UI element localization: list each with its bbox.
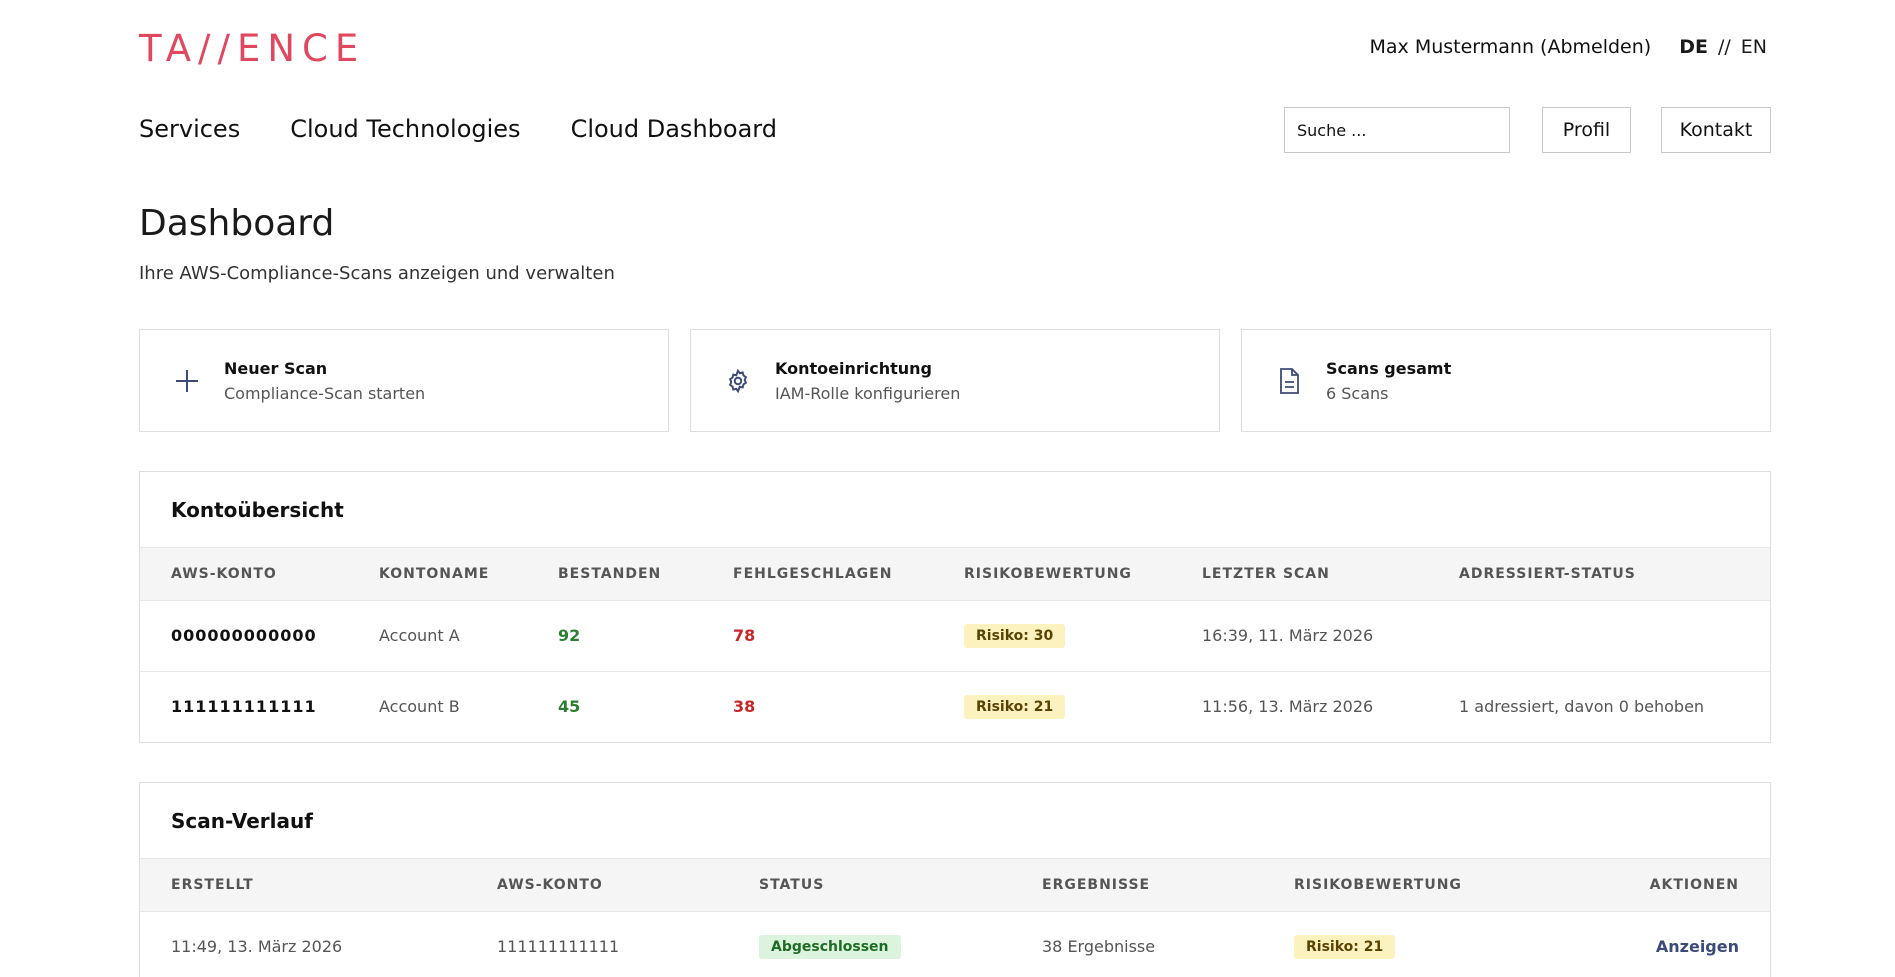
cell-risk: Risiko: 21 — [1263, 910, 1551, 977]
table-row[interactable]: 000000000000 Account A 92 78 Risiko: 30 … — [140, 599, 1770, 671]
card-total-scans[interactable]: Scans gesamt 6 Scans — [1241, 329, 1771, 432]
logo-text: TA//ENCE — [139, 26, 366, 70]
cell-risk: Risiko: 30 — [933, 599, 1171, 671]
panel-title: Scan-Verlauf — [140, 783, 1770, 859]
risk-badge: Risiko: 30 — [964, 623, 1066, 648]
cell-passed: 45 — [527, 670, 702, 742]
nav-services[interactable]: Services — [139, 115, 240, 143]
risk-badge: Risiko: 21 — [964, 694, 1066, 719]
cell-status: Abgeschlossen — [728, 910, 1011, 977]
cell-last-scan: 11:56, 13. März 2026 — [1171, 670, 1428, 742]
logo[interactable]: TA//ENCE — [139, 27, 365, 70]
col-results[interactable]: ERGEBNISSE — [1011, 859, 1263, 911]
risk-badge: Risiko: 21 — [1294, 934, 1396, 959]
cell-actions: Anzeigen — [1550, 910, 1770, 977]
col-actions: AKTIONEN — [1649, 876, 1739, 893]
lang-de[interactable]: DE — [1679, 36, 1708, 58]
cell-failed: 78 — [702, 599, 933, 671]
cell-name: Account A — [348, 599, 527, 671]
col-last-scan[interactable]: LETZTER SCAN — [1171, 548, 1428, 600]
main-nav: Services Cloud Technologies Cloud Dashbo… — [139, 115, 777, 143]
language-switcher: DE // EN — [1679, 36, 1767, 58]
nav-cloud-dashboard[interactable]: Cloud Dashboard — [571, 115, 777, 143]
profil-button[interactable]: Profil — [1542, 107, 1631, 153]
card-title: Neuer Scan — [224, 358, 328, 378]
scan-history-table: ERSTELLT AWS-KONTO STATUS ERGEBNISSE RIS… — [140, 859, 1770, 977]
card-new-scan[interactable]: Neuer Scan Compliance-Scan starten — [139, 329, 669, 432]
table-header-row: AWS-KONTO KONTONAME BESTANDEN FEHLGESCHL… — [140, 548, 1770, 600]
cell-results: 38 Ergebnisse — [1011, 910, 1263, 977]
card-desc: IAM-Rolle konfigurieren — [775, 383, 961, 403]
cell-failed: 38 — [702, 670, 933, 742]
scan-history-panel: Scan-Verlauf ERSTELLT AWS-KONTO STATUS E… — [139, 782, 1771, 977]
document-icon — [1274, 366, 1304, 396]
card-desc: Compliance-Scan starten — [224, 383, 426, 403]
status-badge: Abgeschlossen — [759, 934, 901, 959]
kontakt-button[interactable]: Kontakt — [1661, 107, 1771, 153]
card-desc: 6 Scans — [1326, 383, 1389, 403]
user-logout-link[interactable]: Max Mustermann (Abmelden) — [1370, 36, 1652, 58]
user-menu: Max Mustermann (Abmelden) DE // EN — [1370, 36, 1768, 58]
cell-addressed — [1428, 599, 1770, 671]
cell-account: 000000000000 — [140, 599, 348, 671]
gear-icon — [723, 366, 753, 396]
col-status[interactable]: STATUS — [728, 859, 1011, 911]
col-aws-account[interactable]: AWS-KONTO — [466, 859, 728, 911]
view-scan-link[interactable]: Anzeigen — [1656, 937, 1739, 956]
table-header-row: ERSTELLT AWS-KONTO STATUS ERGEBNISSE RIS… — [140, 859, 1770, 911]
col-addressed-status[interactable]: ADRESSIERT-STATUS — [1428, 548, 1770, 600]
search-input[interactable] — [1284, 107, 1510, 153]
account-overview-panel: Kontoübersicht AWS-KONTO KONTONAME BESTA… — [139, 471, 1771, 743]
cell-name: Account B — [348, 670, 527, 742]
col-risk[interactable]: RISIKOBEWERTUNG — [933, 548, 1171, 600]
col-failed[interactable]: FEHLGESCHLAGEN — [702, 548, 933, 600]
page-title: Dashboard — [139, 203, 335, 244]
table-row[interactable]: 11:49, 13. März 2026 111111111111 Abgesc… — [140, 910, 1770, 977]
cell-account: 111111111111 — [466, 910, 728, 977]
cell-created: 11:49, 13. März 2026 — [140, 910, 466, 977]
panel-title: Kontoübersicht — [140, 472, 1770, 548]
card-account-setup[interactable]: Kontoeinrichtung IAM-Rolle konfigurieren — [690, 329, 1220, 432]
account-overview-table: AWS-KONTO KONTONAME BESTANDEN FEHLGESCHL… — [140, 548, 1770, 742]
col-account-name[interactable]: KONTONAME — [348, 548, 527, 600]
table-row[interactable]: 111111111111 Account B 45 38 Risiko: 21 … — [140, 670, 1770, 742]
card-title: Kontoeinrichtung — [775, 358, 932, 378]
cell-addressed: 1 adressiert, davon 0 behoben — [1428, 670, 1770, 742]
col-risk[interactable]: RISIKOBEWERTUNG — [1263, 859, 1551, 911]
card-title: Scans gesamt — [1326, 358, 1452, 378]
col-aws-account[interactable]: AWS-KONTO — [140, 548, 348, 600]
col-created[interactable]: ERSTELLT — [140, 859, 466, 911]
cell-risk: Risiko: 21 — [933, 670, 1171, 742]
cell-last-scan: 16:39, 11. März 2026 — [1171, 599, 1428, 671]
cell-account: 111111111111 — [140, 670, 348, 742]
page-subtitle: Ihre AWS-Compliance-Scans anzeigen und v… — [139, 263, 615, 284]
lang-en[interactable]: EN — [1741, 36, 1767, 58]
lang-separator: // — [1717, 36, 1731, 58]
nav-cloud-technologies[interactable]: Cloud Technologies — [290, 115, 520, 143]
plus-icon — [172, 366, 202, 396]
cell-passed: 92 — [527, 599, 702, 671]
col-passed[interactable]: BESTANDEN — [527, 548, 702, 600]
